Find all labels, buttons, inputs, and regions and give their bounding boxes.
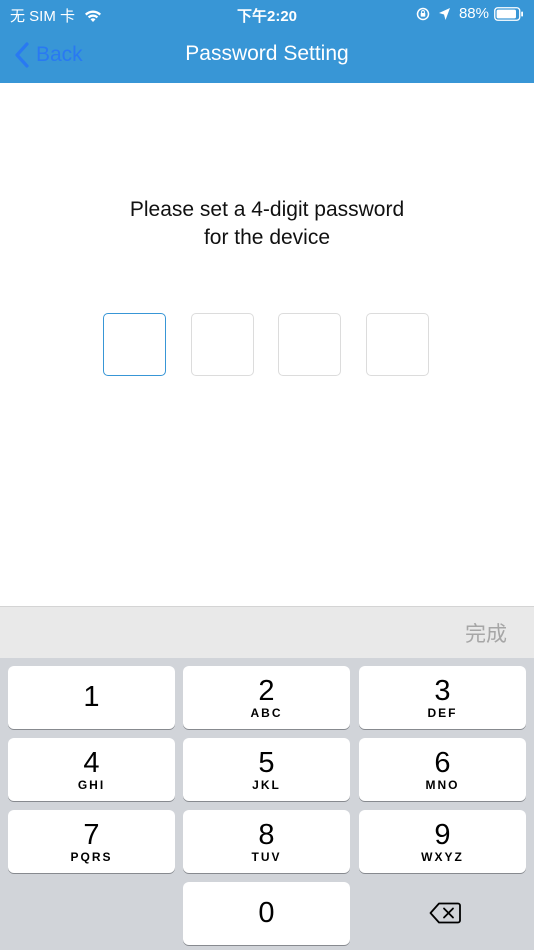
key-9[interactable]: 9 WXYZ bbox=[359, 810, 526, 873]
key-2[interactable]: 2 ABC bbox=[183, 666, 350, 729]
numeric-keyboard: 1 2 ABC 3 DEF 4 GHI 5 JKL 6 MNO 7 PQRS 8… bbox=[0, 658, 534, 950]
key-8[interactable]: 8 TUV bbox=[183, 810, 350, 873]
key-digit: 7 bbox=[83, 819, 100, 851]
done-button[interactable]: 完成 bbox=[465, 618, 507, 648]
status-right: 88% bbox=[416, 5, 524, 22]
passcode-digit-4[interactable] bbox=[366, 313, 429, 376]
key-digit: 2 bbox=[258, 675, 275, 707]
key-letters: DEF bbox=[427, 706, 458, 720]
key-digit: 6 bbox=[434, 747, 451, 779]
key-digit: 4 bbox=[83, 747, 100, 779]
location-arrow-icon bbox=[438, 7, 451, 21]
key-5[interactable]: 5 JKL bbox=[183, 738, 350, 801]
keyboard-accessory-bar: 完成 bbox=[0, 606, 534, 658]
orientation-lock-icon bbox=[416, 7, 430, 21]
key-digit: 5 bbox=[258, 747, 275, 779]
passcode-digit-1[interactable] bbox=[103, 313, 166, 376]
back-label: Back bbox=[36, 43, 83, 66]
key-letters: WXYZ bbox=[421, 850, 464, 864]
key-letters: ABC bbox=[250, 706, 283, 720]
chevron-left-icon bbox=[14, 42, 30, 68]
key-6[interactable]: 6 MNO bbox=[359, 738, 526, 801]
key-1[interactable]: 1 bbox=[8, 666, 175, 729]
battery-percent: 88% bbox=[458, 5, 489, 22]
nav-bar: Password Setting Back bbox=[0, 28, 534, 83]
key-0[interactable]: 0 bbox=[183, 882, 350, 945]
battery-icon bbox=[494, 6, 524, 21]
key-digit: 9 bbox=[434, 819, 451, 851]
status-bar: 无 SIM 卡 下午2:20 88% bbox=[0, 0, 534, 28]
key-3[interactable]: 3 DEF bbox=[359, 666, 526, 729]
key-letters: MNO bbox=[425, 778, 460, 792]
backspace-icon bbox=[429, 902, 461, 924]
header: 无 SIM 卡 下午2:20 88% Password Setting Back bbox=[0, 0, 534, 83]
key-digit: 8 bbox=[258, 819, 275, 851]
back-button[interactable]: Back bbox=[14, 39, 83, 71]
key-digit: 1 bbox=[83, 681, 100, 713]
passcode-digit-3[interactable] bbox=[278, 313, 341, 376]
key-4[interactable]: 4 GHI bbox=[8, 738, 175, 801]
key-letters: PQRS bbox=[70, 850, 113, 864]
key-letters: TUV bbox=[251, 850, 282, 864]
key-digit: 0 bbox=[258, 897, 275, 929]
key-digit: 3 bbox=[434, 675, 451, 707]
key-letters: GHI bbox=[77, 778, 106, 792]
delete-key[interactable] bbox=[359, 882, 526, 945]
prompt-line-1: Please set a 4-digit password bbox=[129, 198, 405, 221]
key-7[interactable]: 7 PQRS bbox=[8, 810, 175, 873]
password-prompt: Please set a 4-digit password for the de… bbox=[0, 196, 534, 252]
passcode-input[interactable] bbox=[103, 313, 431, 378]
prompt-line-2: for the device bbox=[203, 226, 331, 249]
key-letters: JKL bbox=[252, 778, 281, 792]
passcode-digit-2[interactable] bbox=[191, 313, 254, 376]
